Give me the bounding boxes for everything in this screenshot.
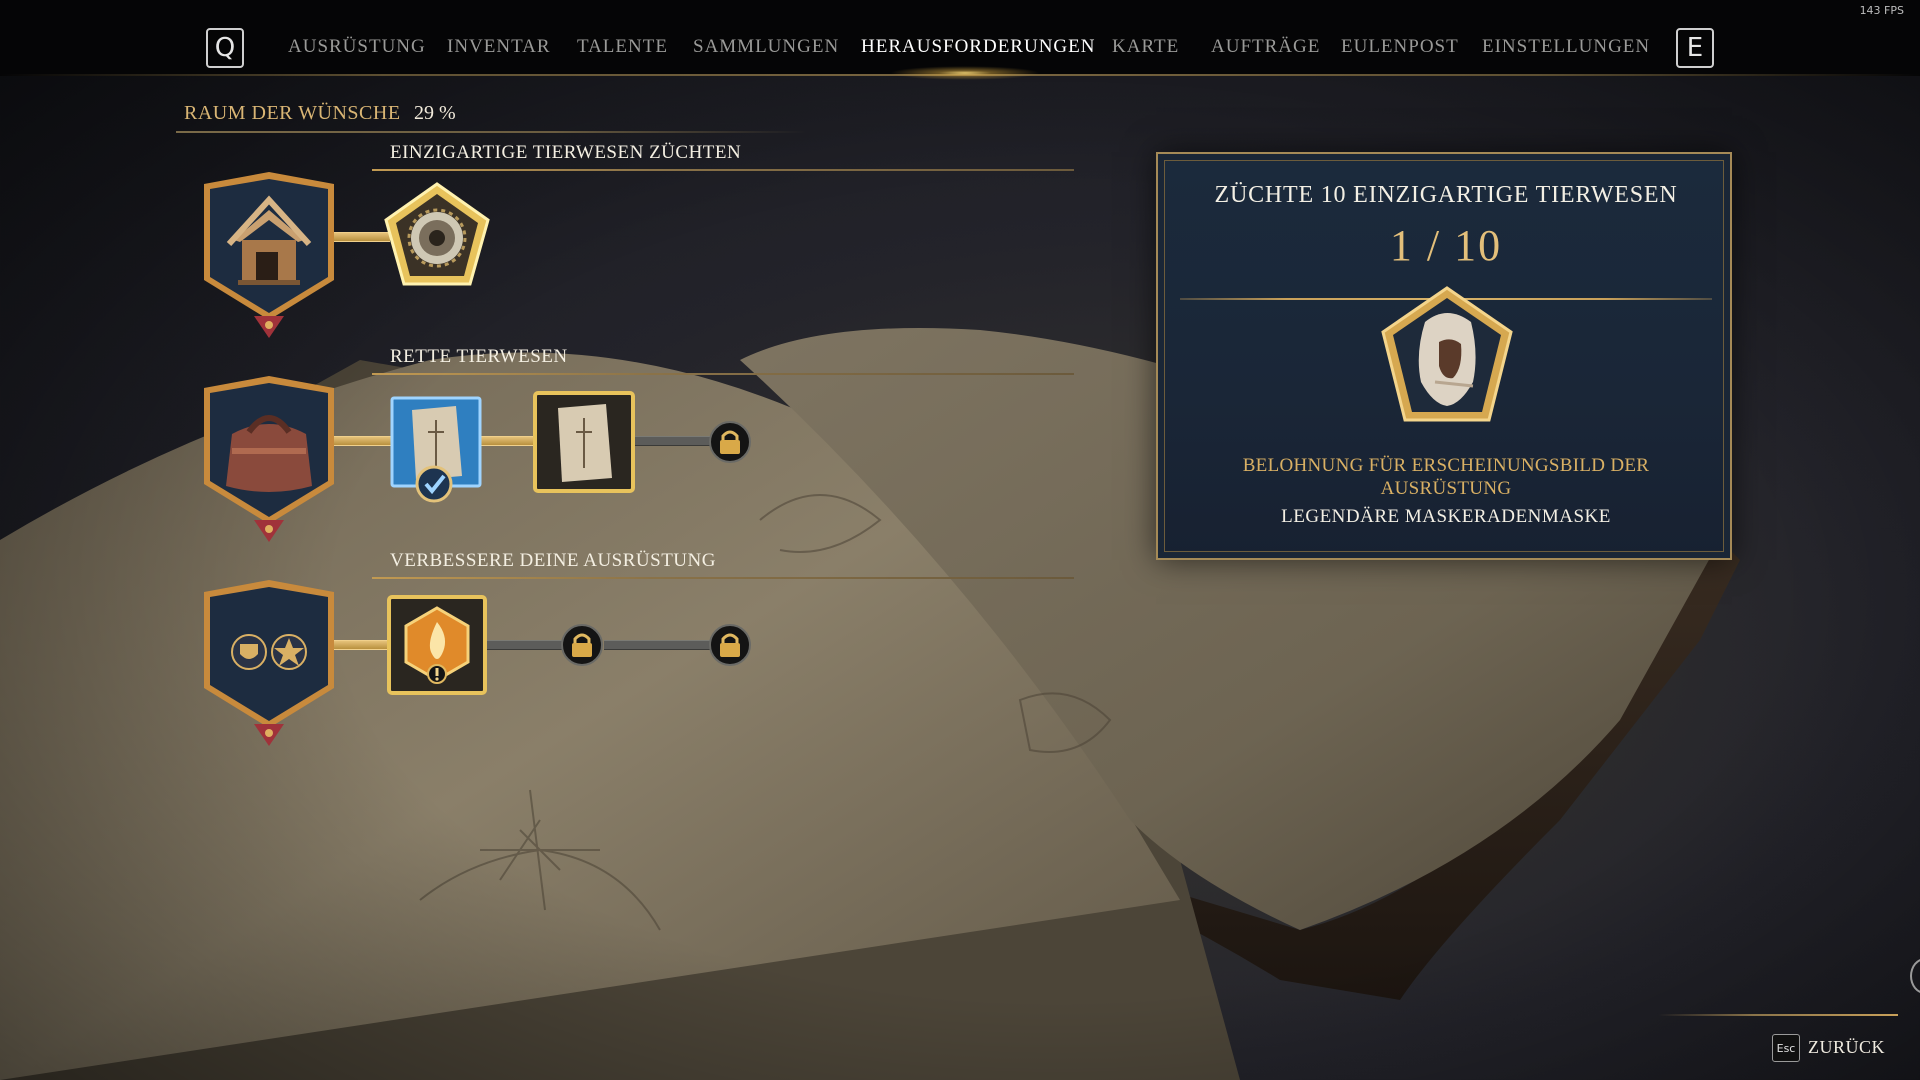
tier-connector (482, 640, 572, 650)
challenge-divider (372, 169, 1074, 171)
tab-ausruestung[interactable]: AUSRÜSTUNG (288, 36, 426, 60)
active-tab-glow (890, 66, 1040, 80)
detail-title: ZÜCHTE 10 EINZIGARTIGE TIERWESEN (1214, 182, 1678, 208)
detail-progress: 1 / 10 (1389, 221, 1503, 270)
tier-upgrade-gear-3-locked[interactable] (708, 623, 752, 667)
vivarium-hut-icon[interactable] (194, 170, 344, 340)
tab-eulenpost[interactable]: EULENPOST (1341, 36, 1459, 60)
detail-reward-name: LEGENDÄRE MASKERADENMASKE (1281, 506, 1611, 527)
challenge-divider (372, 577, 1074, 579)
tab-talente[interactable]: TALENTE (577, 36, 668, 60)
tier-rescue-beasts-3-locked[interactable] (708, 420, 752, 464)
challenge-title-upgrade-gear: VERBESSERE DEINE AUSRÜSTUNG (390, 550, 716, 571)
tab-einstellungen[interactable]: EINSTELLUNGEN (1482, 36, 1650, 60)
challenge-divider (372, 373, 1074, 375)
beast-bag-icon[interactable] (194, 374, 344, 544)
tier-rescue-beasts-1-completed[interactable] (390, 396, 484, 504)
previous-tab-key-q[interactable]: Q (206, 28, 244, 68)
tier-rescue-beasts-2[interactable] (532, 390, 636, 494)
recipe-scroll-icon (558, 404, 612, 482)
category-progress: 29 % (414, 102, 456, 124)
next-tab-key-e[interactable]: E (1676, 28, 1714, 68)
tier-breed-beasts-1[interactable] (380, 180, 494, 294)
tab-karte[interactable]: KARTE (1112, 36, 1179, 60)
detail-reward-label: BELOHNUNG FÜR ERSCHEINUNGSBILD DER AUSRÜ… (1242, 455, 1650, 499)
category-divider (176, 131, 806, 133)
challenge-detail-panel: ZÜCHTE 10 EINZIGARTIGE TIERWESEN 1 / 10 … (1156, 152, 1732, 560)
challenge-title-rescue-beasts: RETTE TIERWESEN (390, 346, 568, 367)
back-button[interactable]: ZURÜCK (1808, 1037, 1885, 1058)
tab-auftraege[interactable]: AUFTRÄGE (1211, 36, 1320, 60)
tab-herausforderungen[interactable]: HERAUSFORDERUNGEN (861, 36, 1095, 60)
tab-sammlungen[interactable]: SAMMLUNGEN (693, 36, 839, 60)
challenge-title-breed-beasts: EINZIGARTIGE TIERWESEN ZÜCHTEN (390, 142, 742, 163)
masquerade-mask-icon (1381, 286, 1513, 422)
fps-counter: 143 FPS (1859, 4, 1904, 17)
category-title: RAUM DER WÜNSCHE (184, 102, 401, 124)
back-divider (1658, 1014, 1898, 1016)
tab-inventar[interactable]: INVENTAR (447, 36, 551, 60)
shield-star-icon[interactable] (194, 578, 344, 748)
tier-upgrade-gear-1[interactable] (386, 594, 488, 696)
tier-connector (478, 436, 538, 446)
tier-upgrade-gear-2-locked[interactable] (560, 623, 604, 667)
esc-key-icon[interactable]: Esc (1772, 1034, 1800, 1062)
tier-connector (630, 436, 712, 446)
tier-connector (604, 640, 724, 650)
